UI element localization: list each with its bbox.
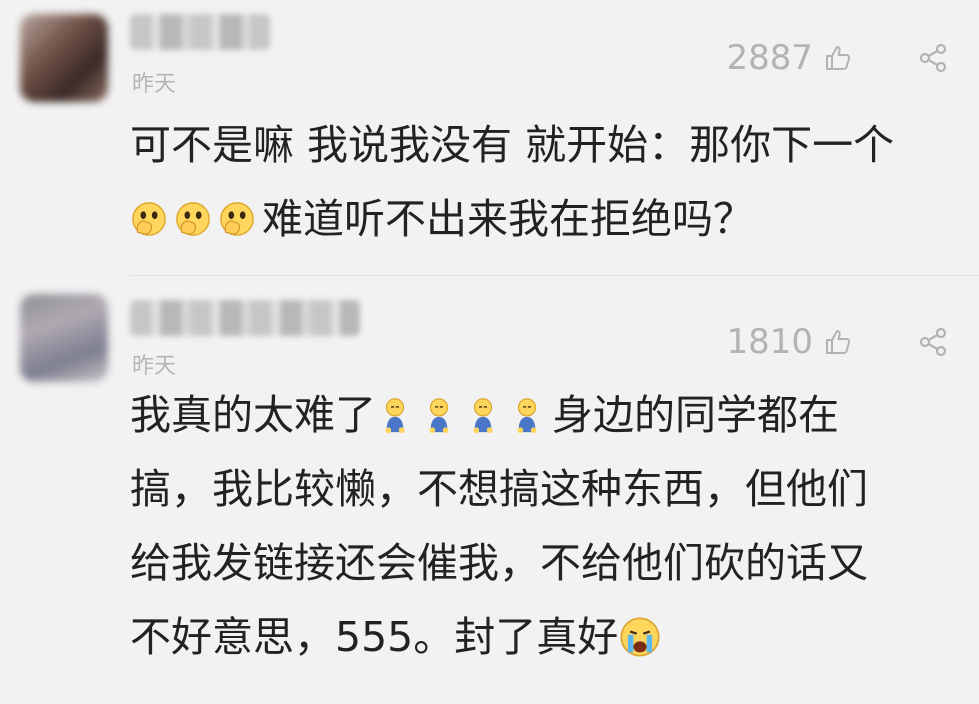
username-blurred[interactable] (130, 300, 360, 336)
comment-line: 可不是嘛 我说我没有 就开始：那你下一个 (130, 121, 895, 169)
comment-text: 可不是嘛 我说我没有 就开始：那你下一个 难道听不出来我在拒绝吗？ (130, 108, 949, 256)
share-icon[interactable] (917, 42, 949, 74)
comment-time: 昨天 (132, 72, 177, 97)
comment-line: 不好意思，555。封了真好 (130, 600, 949, 674)
kneeling-sad-emoji (473, 398, 493, 434)
comment-line: 我真的太难了 身边的同学都在 (130, 391, 839, 439)
kneeling-sad-emoji (517, 398, 537, 434)
kneeling-sad-emoji (429, 398, 449, 434)
thumbs-up-icon (826, 330, 851, 354)
avatar[interactable] (20, 294, 108, 382)
like-count: 2887 (726, 38, 813, 78)
hand-thinking-emoji (176, 202, 210, 236)
comment-line: 搞，我比较懒，不想搞这种东西，但他们 (130, 465, 868, 513)
comment-text: 我真的太难了 身边的同学都在 搞，我比较懒，不想搞这种东西，但他们 给我发链接还… (130, 378, 949, 674)
like-count: 1810 (726, 322, 813, 362)
comment-item: 昨天 2887 可不是嘛 我说我没有 就开始：那你下一个 难道听不出来我在拒绝吗… (0, 0, 979, 276)
comment-feed: 昨天 2887 可不是嘛 我说我没有 就开始：那你下一个 难道听不出来我在拒绝吗… (0, 0, 979, 704)
hand-thinking-emoji (132, 202, 166, 236)
username-blurred[interactable] (130, 14, 270, 50)
comment-line: 给我发链接还会催我，不给他们砍的话又 (130, 539, 868, 587)
avatar[interactable] (20, 14, 108, 102)
hand-thinking-emoji (220, 202, 254, 236)
kneeling-sad-emoji (385, 398, 405, 434)
like-button[interactable]: 1810 (726, 322, 853, 362)
comment-time: 昨天 (132, 354, 177, 379)
crying-emoji (620, 617, 660, 657)
comment-line: 难道听不出来我在拒绝吗？ (130, 182, 949, 256)
share-icon[interactable] (917, 326, 949, 358)
comment-item: 昨天 1810 我真的太难了 身边的同学都在 搞，我比较懒，不想搞这种东西，但他… (0, 276, 979, 704)
like-button[interactable]: 2887 (726, 38, 853, 78)
thumbs-up-icon (826, 46, 851, 70)
